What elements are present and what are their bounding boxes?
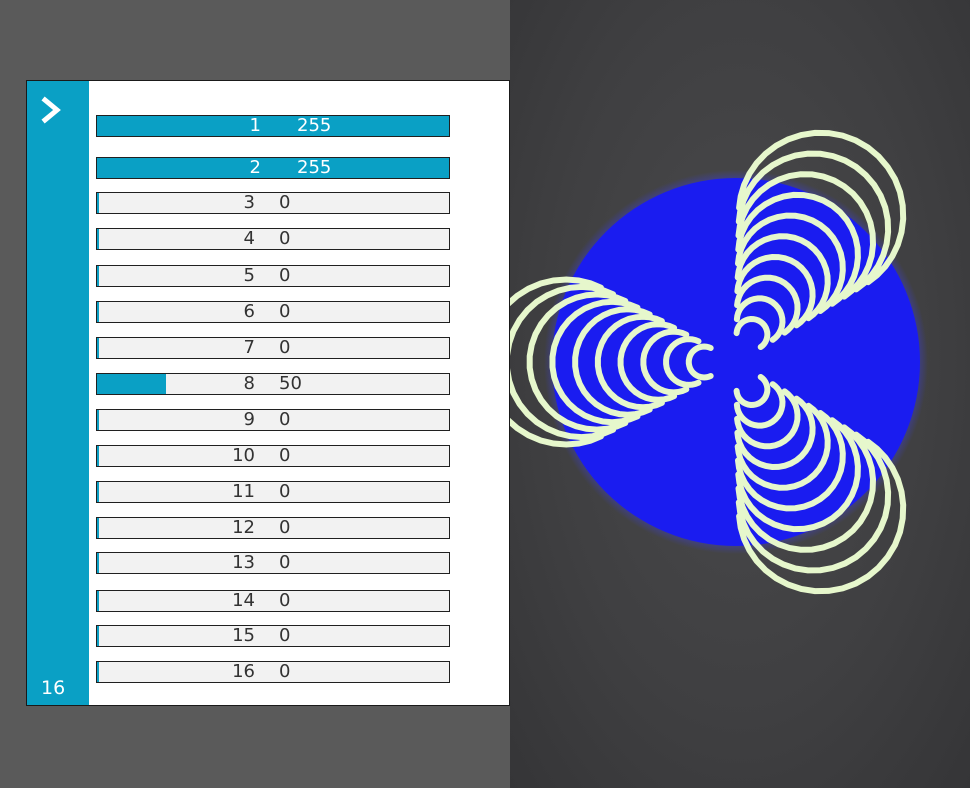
fader-level-fill — [97, 158, 449, 178]
channel-fader-15[interactable]: 15 0 — [96, 625, 450, 647]
fader-level-fill — [97, 116, 449, 136]
channel-number: 13 — [232, 552, 255, 573]
channel-value: 0 — [279, 661, 291, 682]
channel-number: 9 — [243, 409, 255, 430]
channel-fader-11[interactable]: 11 0 — [96, 481, 450, 503]
fader-level-fill — [97, 374, 166, 394]
channel-number: 2 — [249, 157, 261, 178]
projection-preview — [510, 0, 970, 788]
fader-level-fill — [97, 446, 100, 466]
channel-value: 0 — [279, 265, 291, 286]
channel-fader-10[interactable]: 10 0 — [96, 445, 450, 467]
channel-number: 16 — [232, 661, 255, 682]
fader-level-fill — [97, 662, 100, 682]
channel-fader-7[interactable]: 70 — [96, 337, 450, 359]
channel-value: 0 — [279, 517, 291, 538]
channel-fader-5[interactable]: 50 — [96, 265, 450, 287]
fader-level-fill — [97, 193, 100, 213]
fader-level-fill — [97, 338, 100, 358]
channel-value: 0 — [279, 552, 291, 573]
fader-level-fill — [97, 518, 100, 538]
channel-fader-9[interactable]: 90 — [96, 409, 450, 431]
channel-number: 15 — [232, 625, 255, 646]
channel-number: 5 — [243, 265, 255, 286]
channel-fader-12[interactable]: 12 0 — [96, 517, 450, 539]
channel-number: 3 — [243, 192, 255, 213]
channel-number: 11 — [232, 481, 255, 502]
panel-sidebar: 16 — [27, 81, 89, 705]
gobo-projection-image — [510, 129, 928, 595]
channel-value: 0 — [279, 409, 291, 430]
channel-fader-6[interactable]: 60 — [96, 301, 450, 323]
channel-value: 0 — [279, 301, 291, 322]
channel-panel: 16 1 255 2 255 3 0 4 0 5 0 6 0 7 0 8 50 9 0 10 0 11 0 12 0 13 0 14… — [26, 80, 510, 706]
channel-value: 0 — [279, 337, 291, 358]
channel-fader-2[interactable]: 2 255 — [96, 157, 450, 179]
channel-number: 6 — [243, 301, 255, 322]
channel-fader-16[interactable]: 16 0 — [96, 661, 450, 683]
channel-number: 4 — [243, 228, 255, 249]
channel-value: 0 — [279, 228, 291, 249]
fader-level-fill — [97, 410, 100, 430]
channel-value: 255 — [297, 157, 332, 178]
channel-fader-13[interactable]: 13 0 — [96, 552, 450, 574]
fader-level-fill — [97, 266, 100, 286]
fader-level-fill — [97, 229, 100, 249]
channel-value: 0 — [279, 192, 291, 213]
channel-fader-4[interactable]: 40 — [96, 228, 450, 250]
channel-value: 0 — [279, 481, 291, 502]
channel-fader-8[interactable]: 8 50 — [96, 373, 450, 395]
channel-number: 14 — [232, 590, 255, 611]
channel-number: 8 — [243, 373, 255, 394]
channel-fader-3[interactable]: 30 — [96, 192, 450, 214]
channel-number: 10 — [232, 445, 255, 466]
channel-number: 7 — [243, 337, 255, 358]
channel-value: 255 — [297, 115, 332, 136]
channel-value: 0 — [279, 625, 291, 646]
channel-fader-14[interactable]: 14 0 — [96, 590, 450, 612]
channel-count: 16 — [41, 677, 66, 699]
fader-level-fill — [97, 626, 100, 646]
fader-level-fill — [97, 553, 100, 573]
fader-level-fill — [97, 482, 100, 502]
channel-number: 12 — [232, 517, 255, 538]
fader-level-fill — [97, 302, 100, 322]
channel-value: 0 — [279, 445, 291, 466]
channel-value: 0 — [279, 590, 291, 611]
channel-number: 1 — [249, 115, 261, 136]
channel-value: 50 — [279, 373, 302, 394]
chevron-right-icon[interactable] — [37, 95, 67, 125]
fader-level-fill — [97, 591, 100, 611]
channel-fader-1[interactable]: 1 255 — [96, 115, 450, 137]
